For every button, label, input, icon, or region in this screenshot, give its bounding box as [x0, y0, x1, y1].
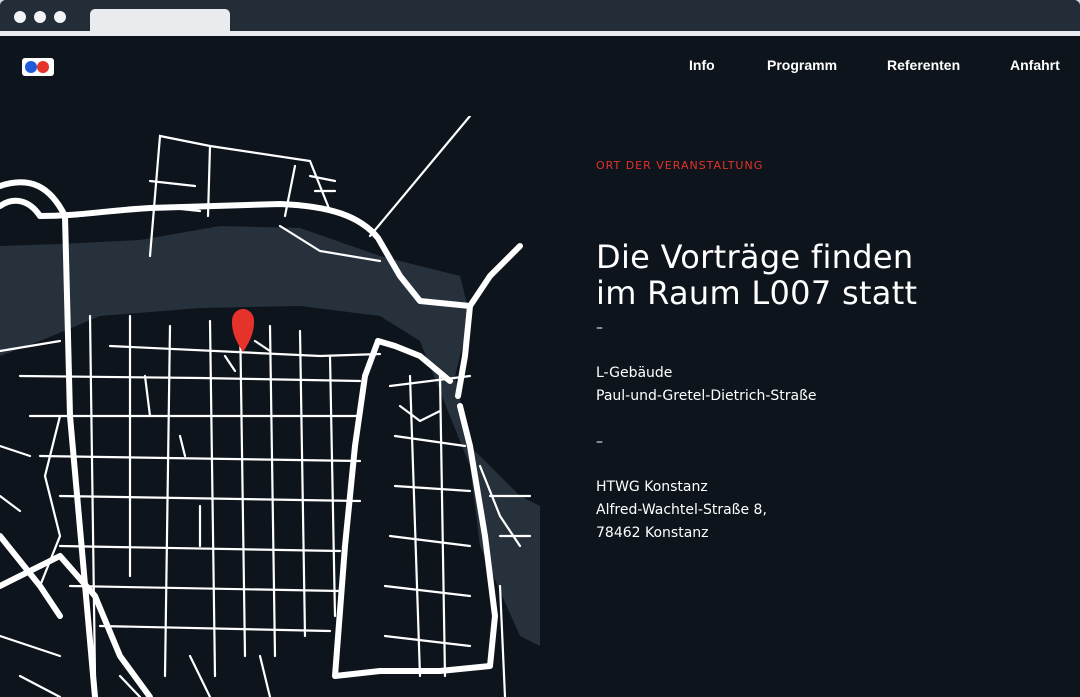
postal-address: HTWG Konstanz Alfred-Wachtel-Straße 8, 7… — [596, 476, 767, 545]
location-pin-icon — [232, 309, 254, 352]
logo-icon[interactable] — [22, 58, 54, 76]
browser-tab[interactable] — [90, 9, 230, 33]
title-line-1: Die Vorträge finden — [596, 238, 914, 276]
nav-referenten[interactable]: Referenten — [887, 57, 960, 77]
nav-info[interactable]: Info — [689, 57, 715, 77]
browser-window: Info Programm Referenten Anfahrt ORT DER… — [0, 0, 1080, 697]
title-line-2: im Raum L007 statt — [596, 274, 918, 312]
location-map[interactable] — [0, 116, 540, 697]
building-street: Paul-und-Gretel-Dietrich-Straße — [596, 388, 817, 404]
separator-dash: – — [596, 434, 603, 450]
logo-red-dot — [37, 61, 49, 73]
window-dot-icon[interactable] — [14, 11, 26, 23]
street-address: Alfred-Wachtel-Straße 8, — [596, 502, 767, 518]
separator-dash: – — [596, 320, 603, 336]
section-eyebrow: ORT DER VERANSTALTUNG — [596, 159, 764, 172]
building-address: L-Gebäude Paul-und-Gretel-Dietrich-Straß… — [596, 362, 817, 408]
building-name: L-Gebäude — [596, 365, 673, 381]
nav-programm[interactable]: Programm — [767, 57, 837, 77]
window-dot-icon[interactable] — [54, 11, 66, 23]
window-dot-icon[interactable] — [34, 11, 46, 23]
city-address: 78462 Konstanz — [596, 525, 709, 541]
page-content: Info Programm Referenten Anfahrt ORT DER… — [0, 36, 1080, 697]
nav-anfahrt[interactable]: Anfahrt — [1010, 57, 1060, 77]
browser-chrome — [0, 0, 1080, 36]
logo-blue-dot — [25, 61, 37, 73]
page-title: Die Vorträge finden im Raum L007 statt — [596, 239, 1056, 311]
org-name: HTWG Konstanz — [596, 479, 708, 495]
